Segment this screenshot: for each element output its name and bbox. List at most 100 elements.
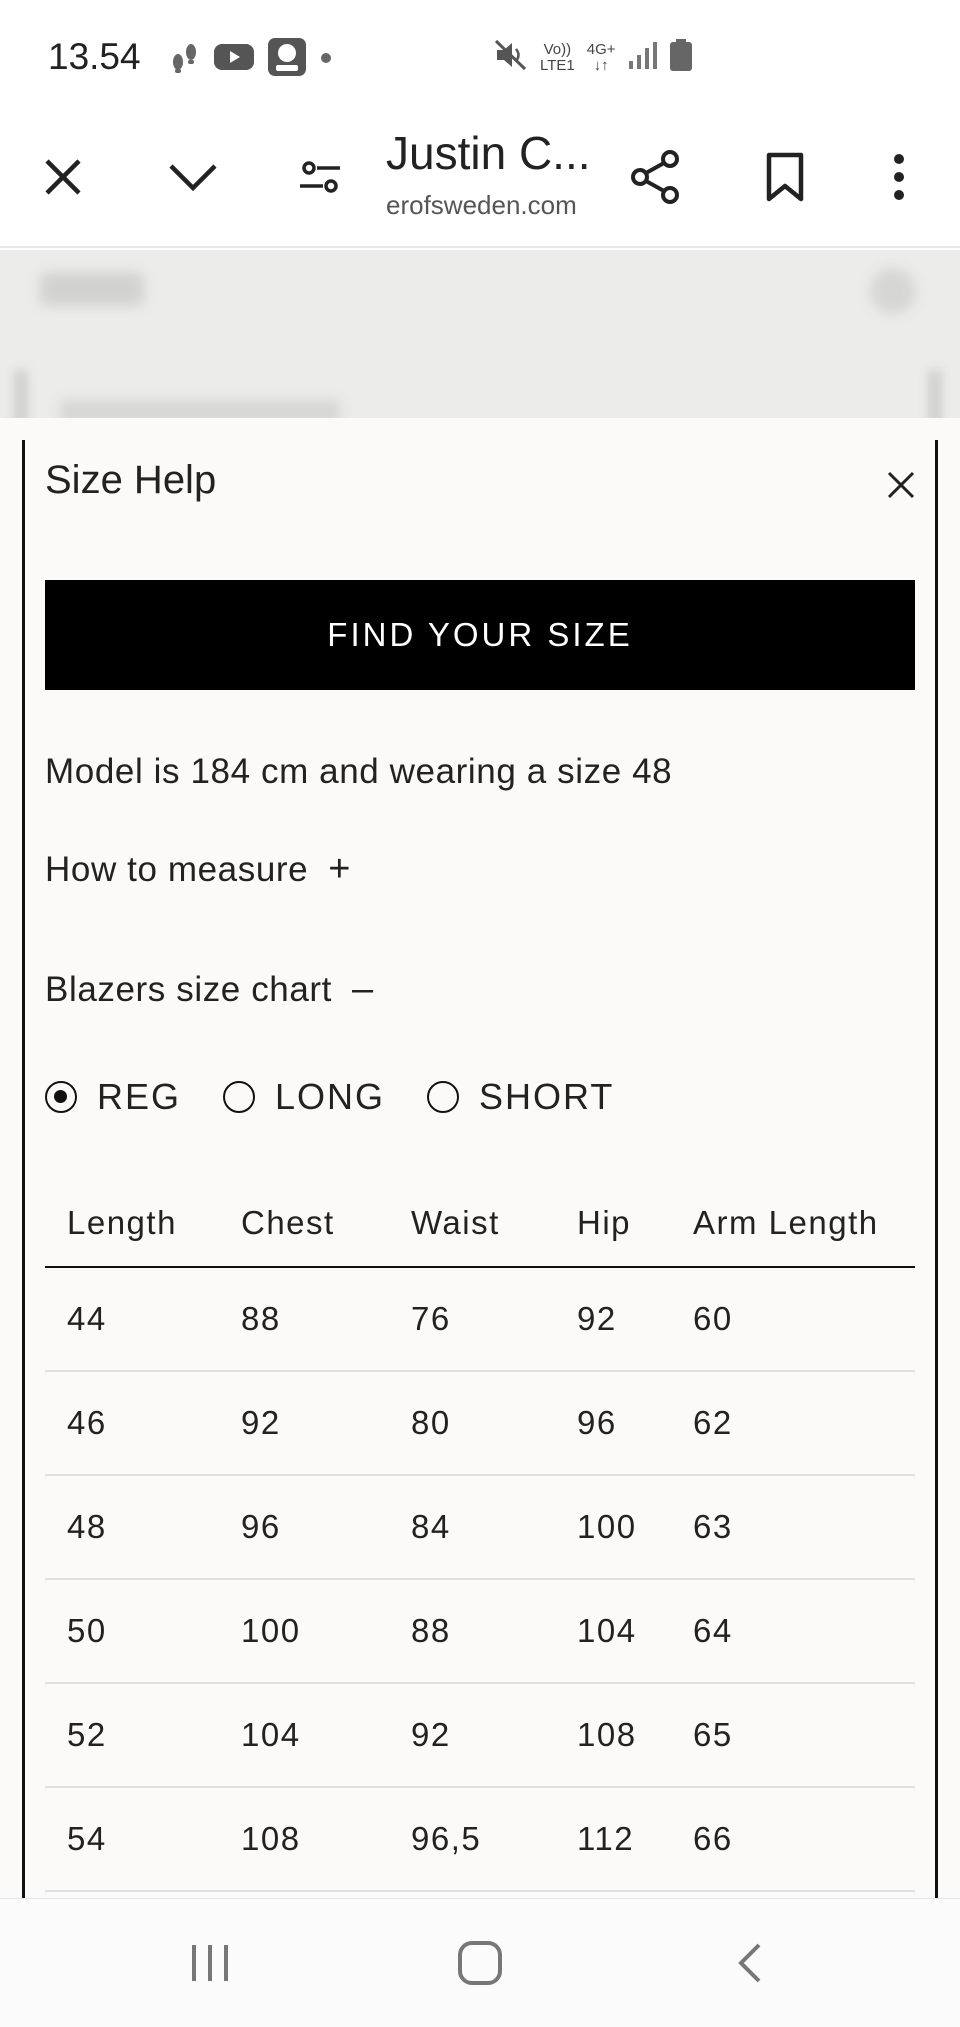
table-cell: 46 <box>67 1404 107 1441</box>
network-type-label: 4G+ <box>586 40 616 58</box>
notification-icons <box>170 38 332 81</box>
table-cell: 92 <box>241 1404 281 1441</box>
status-time: 13.54 <box>48 36 141 77</box>
site-settings-button[interactable] <box>285 142 355 212</box>
table-row: 48 96 84 100 63 <box>45 1476 915 1580</box>
volte-indicator: Vo)) LTE1 <box>540 40 575 74</box>
background-element-blurred <box>14 370 28 420</box>
data-arrows-icon: ↓↑ <box>593 56 609 74</box>
tune-icon <box>300 161 340 193</box>
youtube-icon <box>214 42 254 77</box>
background-breadcrumb-blurred <box>60 400 340 420</box>
column-header-length: Length <box>67 1204 177 1241</box>
table-cell: 100 <box>577 1508 637 1545</box>
fit-radio-short[interactable]: SHORT <box>427 1076 614 1118</box>
recent-apps-button[interactable] <box>180 1933 240 1993</box>
recent-apps-icon <box>192 1945 228 1981</box>
column-header-hip: Hip <box>577 1204 632 1241</box>
more-vertical-icon <box>894 154 904 200</box>
table-cell: 88 <box>411 1612 451 1649</box>
table-cell: 108 <box>577 1716 637 1753</box>
more-options-button[interactable] <box>864 142 934 212</box>
fit-label: SHORT <box>479 1076 615 1117</box>
size-chart-label: Blazers size chart <box>45 969 333 1009</box>
how-to-measure-toggle[interactable]: How to measure + <box>45 848 351 891</box>
table-row: 52 104 92 108 65 <box>45 1684 915 1788</box>
find-your-size-button[interactable]: FIND YOUR SIZE <box>45 580 915 690</box>
table-cell: 96,5 <box>411 1820 482 1857</box>
how-to-measure-label: How to measure <box>45 849 309 889</box>
table-cell: 112 <box>577 1820 635 1857</box>
fit-radio-long[interactable]: LONG <box>223 1076 385 1118</box>
size-chart-table: Length Chest Waist Hip Arm Length 44 88 … <box>45 1180 915 1892</box>
fit-label: REG <box>97 1076 182 1117</box>
table-cell: 52 <box>67 1716 107 1753</box>
table-cell: 66 <box>693 1820 733 1857</box>
table-cell: 80 <box>411 1404 451 1441</box>
table-cell: 92 <box>577 1300 617 1337</box>
table-cell: 88 <box>241 1300 281 1337</box>
table-header: Length Chest Waist Hip Arm Length <box>45 1180 915 1268</box>
lidl-plus-icon <box>268 38 306 81</box>
table-cell: 50 <box>67 1612 107 1649</box>
mute-icon <box>494 38 528 77</box>
footsteps-icon <box>170 40 200 79</box>
table-cell: 64 <box>693 1612 733 1649</box>
table-cell: 104 <box>577 1612 637 1649</box>
browser-toolbar: Justin C... erofsweden.com <box>0 112 960 248</box>
home-button[interactable] <box>450 1933 510 1993</box>
expand-icon: + <box>328 848 352 890</box>
column-header-chest: Chest <box>241 1204 335 1241</box>
panel-border <box>22 440 25 1900</box>
radio-unchecked-icon <box>223 1081 256 1113</box>
table-row: 50 100 88 104 64 <box>45 1580 915 1684</box>
table-cell: 48 <box>67 1508 107 1545</box>
table-cell: 62 <box>693 1404 733 1441</box>
more-notifications-dot-icon <box>320 51 332 69</box>
size-chart-toggle[interactable]: Blazers size chart – <box>45 968 374 1011</box>
table-cell: 100 <box>241 1612 301 1649</box>
table-cell: 44 <box>67 1300 107 1337</box>
back-button[interactable] <box>720 1933 780 1993</box>
panel-close-button[interactable] <box>880 464 922 506</box>
close-icon <box>45 159 81 195</box>
panel-border <box>935 440 938 1900</box>
home-icon <box>458 1941 502 1985</box>
collapse-icon: – <box>352 968 374 1010</box>
table-cell: 96 <box>241 1508 281 1545</box>
bookmark-button[interactable] <box>750 142 820 212</box>
column-header-waist: Waist <box>411 1204 500 1241</box>
table-cell: 108 <box>241 1820 301 1857</box>
table-cell: 84 <box>411 1508 451 1545</box>
fit-radio-group: REG LONG SHORT <box>45 1076 656 1118</box>
back-chevron-icon <box>738 1943 761 1983</box>
share-icon <box>631 150 679 204</box>
page-title[interactable]: Justin C... <box>386 126 596 180</box>
close-tab-button[interactable] <box>28 142 98 212</box>
background-search-blurred <box>870 268 916 314</box>
system-icons: Vo)) LTE1 4G+ ↓↑ <box>494 38 692 77</box>
radio-checked-icon <box>45 1081 77 1113</box>
battery-icon <box>669 39 692 76</box>
background-element-blurred <box>928 370 942 420</box>
status-bar: 13.54 Vo)) LTE1 4G+ ↓↑ <box>0 0 960 112</box>
table-row: 44 88 76 92 60 <box>45 1268 915 1372</box>
fit-label: LONG <box>275 1076 386 1117</box>
table-cell: 63 <box>693 1508 733 1545</box>
table-cell: 96 <box>577 1404 617 1441</box>
share-button[interactable] <box>620 142 690 212</box>
volte-label: Vo)) <box>543 40 572 58</box>
background-menu-blurred <box>40 272 144 306</box>
table-row: 54 108 96,5 112 66 <box>45 1788 915 1892</box>
table-cell: 76 <box>411 1300 451 1337</box>
page-domain[interactable]: erofsweden.com <box>386 190 596 221</box>
network-type-indicator: 4G+ ↓↑ <box>586 40 616 74</box>
panel-title: Size Help <box>45 458 217 502</box>
bookmark-icon <box>766 152 804 202</box>
fit-radio-reg[interactable]: REG <box>45 1076 181 1118</box>
close-icon <box>887 471 915 499</box>
minimize-button[interactable] <box>158 142 228 212</box>
background-page <box>0 250 960 420</box>
chevron-down-icon <box>169 164 217 192</box>
column-header-arm-length: Arm Length <box>693 1204 879 1241</box>
